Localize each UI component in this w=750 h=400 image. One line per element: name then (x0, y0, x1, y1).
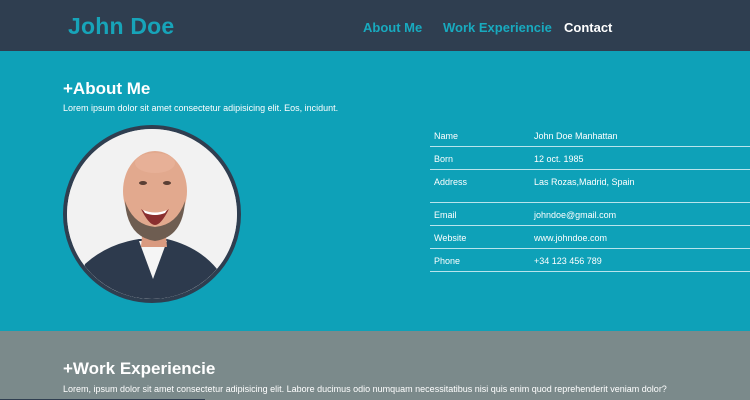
info-label: Phone (434, 256, 461, 266)
info-label: Born (434, 154, 454, 164)
info-row-name: Name John Doe Manhattan (430, 124, 750, 147)
info-value: 12 oct. 1985 (534, 154, 584, 164)
profile-photo (63, 125, 241, 303)
work-description: Lorem, ipsum dolor sit amet consectetur … (63, 384, 667, 394)
info-label: Website (434, 233, 467, 243)
info-row-website: Website www.johndoe.com (430, 226, 750, 249)
profile-portrait-image (67, 129, 237, 299)
nav-work-experience[interactable]: Work Experiencie (443, 20, 552, 35)
info-row-phone: Phone +34 123 456 789 (430, 249, 750, 272)
about-title: +About Me (63, 79, 151, 98)
info-label: Name (434, 131, 459, 141)
top-navbar: John Doe About Me Work Experiencie Conta… (0, 0, 750, 51)
about-section: +About Me Lorem ipsum dolor sit amet con… (0, 51, 750, 331)
about-description: Lorem ipsum dolor sit amet consectetur a… (63, 103, 339, 113)
info-row-email: Email johndoe@gmail.com (430, 203, 750, 226)
info-label: Email (434, 210, 457, 220)
nav-about-me[interactable]: About Me (363, 20, 422, 35)
brand-name[interactable]: John Doe (68, 13, 174, 40)
info-row-address: Address Las Rozas,Madrid, Spain (430, 170, 750, 203)
work-section: +Work Experiencie Lorem, ipsum dolor sit… (0, 331, 750, 400)
nav-contact[interactable]: Contact (564, 20, 612, 35)
info-value[interactable]: johndoe@gmail.com (534, 210, 616, 220)
work-title: +Work Experiencie (63, 359, 216, 378)
info-value: Las Rozas,Madrid, Spain (534, 177, 635, 187)
info-row-born: Born 12 oct. 1985 (430, 147, 750, 170)
info-value: +34 123 456 789 (534, 256, 602, 266)
info-value: John Doe Manhattan (534, 131, 618, 141)
info-value[interactable]: www.johndoe.com (534, 233, 607, 243)
info-label: Address (434, 177, 468, 187)
